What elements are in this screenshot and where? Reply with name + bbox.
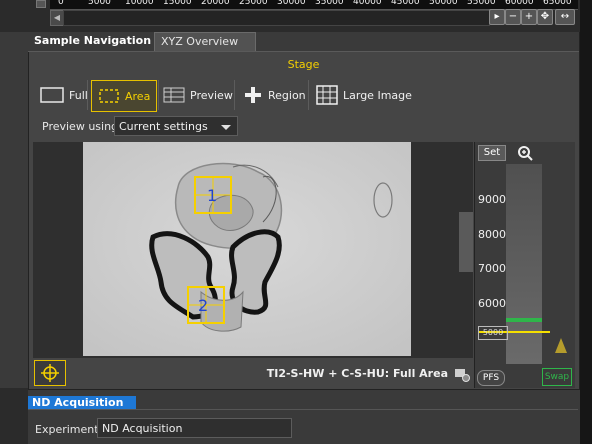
z-tick: 6000	[478, 297, 506, 310]
area-mode-label: Area	[125, 89, 151, 103]
zoom-fit-icon[interactable]: ✥	[537, 9, 553, 25]
ruler-tick: 25000	[239, 0, 268, 7]
z-tick: 9000	[478, 193, 506, 206]
crosshair-button[interactable]	[34, 360, 66, 386]
z-tick: 7000	[478, 262, 506, 275]
ruler-tick: 10000	[125, 0, 154, 7]
zoom-icon[interactable]	[517, 145, 533, 161]
ruler-tick: 0	[58, 0, 64, 7]
divider	[158, 80, 159, 110]
full-mode-label: Full	[69, 88, 88, 102]
z-tick: 8000	[478, 228, 506, 241]
large-image-grid-icon	[316, 85, 338, 105]
divider	[87, 80, 88, 110]
preview-settings-value: Current settings	[119, 120, 208, 133]
left-margin	[0, 388, 28, 444]
preview-grid-icon	[163, 87, 185, 103]
fit-width-icon[interactable]: ↔	[555, 9, 575, 25]
ruler-tick: 35000	[315, 0, 344, 7]
ruler-tick: 30000	[277, 0, 306, 7]
preview-mode-label: Preview	[190, 88, 233, 102]
set-button[interactable]: Set	[478, 145, 506, 161]
ruler-tick: 65000	[543, 0, 572, 7]
ruler-tick: 45000	[391, 0, 420, 7]
rectangle-icon	[40, 87, 64, 103]
z-position-column[interactable]	[506, 164, 542, 364]
large-image-mode-label: Large Image	[343, 88, 412, 102]
ruler-tick: 15000	[163, 0, 192, 7]
tab-xyz-overview[interactable]: XYZ Overview	[154, 32, 256, 51]
preview-using-label: Preview using:	[42, 120, 122, 133]
scroll-right-button[interactable]: ▸	[489, 9, 505, 25]
experiment-field[interactable]: ND Acquisition	[97, 418, 292, 438]
scroll-left-button[interactable]: ◀	[50, 10, 64, 26]
tissue-section-graphic: 1 2	[83, 142, 411, 356]
ruler-tick: 40000	[353, 0, 382, 7]
pfs-button[interactable]: PFS	[477, 370, 505, 386]
experiment-label: Experiment:	[35, 423, 103, 436]
divider	[308, 80, 309, 110]
crosshair-icon	[41, 364, 59, 382]
preview-mode-button[interactable]: Preview	[163, 80, 233, 110]
plus-icon	[245, 87, 261, 103]
ruler-tick: 60000	[505, 0, 534, 7]
swap-button[interactable]: Swap	[542, 368, 572, 386]
zoom-out-icon[interactable]: −	[505, 9, 521, 25]
tab-sample-navigation[interactable]: Sample Navigation	[28, 32, 164, 50]
triangle-up-icon[interactable]	[555, 338, 567, 353]
large-image-mode-button[interactable]: Large Image	[316, 80, 412, 110]
preview-settings-select[interactable]: Current settings	[114, 116, 238, 136]
zoom-in-icon[interactable]: +	[521, 9, 537, 25]
horizontal-scrollbar[interactable]	[63, 10, 490, 26]
settings-icon[interactable]	[454, 366, 470, 382]
nd-acquisition-header[interactable]: ND Acquisition	[28, 396, 136, 410]
full-mode-button[interactable]: Full	[40, 80, 88, 110]
z-current-value: 5000	[478, 326, 508, 340]
ruler-tick: 50000	[429, 0, 458, 7]
divider	[28, 409, 578, 410]
divider	[234, 80, 235, 110]
stage-title: Stage	[287, 58, 320, 71]
marker-1-label: 1	[207, 186, 217, 205]
area-mode-button[interactable]: Area	[91, 80, 158, 112]
z-range-marker	[506, 318, 542, 322]
tab-bar: Sample Navigation XYZ Overview	[28, 32, 579, 52]
ruler-tick: 5000	[88, 0, 111, 7]
collapse-handle[interactable]	[36, 0, 46, 8]
region-mode-button[interactable]: Region	[243, 80, 306, 110]
ruler-tick: 20000	[201, 0, 230, 7]
device-status-text: TI2-S-HW + C-S-HU: Full Area	[266, 367, 448, 380]
area-select-icon	[99, 89, 119, 103]
right-edge-panel	[580, 0, 592, 444]
vertical-scrollbar[interactable]	[459, 212, 473, 272]
chevron-down-icon	[221, 125, 231, 130]
sample-preview-image[interactable]: 1 2	[83, 142, 411, 356]
marker-2-label: 2	[198, 296, 208, 315]
region-mode-label: Region	[268, 88, 306, 102]
ruler-tick: 55000	[467, 0, 496, 7]
